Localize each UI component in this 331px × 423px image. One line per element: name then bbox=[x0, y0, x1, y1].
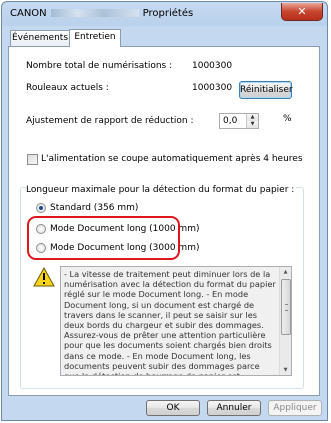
total-scans-label: Nombre total de numérisations : bbox=[26, 61, 173, 71]
tab-entretien[interactable]: Entretien bbox=[69, 29, 121, 47]
radio-standard[interactable] bbox=[36, 203, 46, 213]
ok-button-label: OK bbox=[166, 403, 180, 413]
spin-up-icon[interactable]: ▲ bbox=[247, 114, 258, 121]
auto-power-off-checkbox[interactable] bbox=[27, 154, 38, 165]
radio-standard-label: Standard (356 mm) bbox=[50, 203, 139, 213]
spin-down-icon[interactable]: ▼ bbox=[247, 121, 258, 128]
title-prefix: CANON bbox=[10, 8, 47, 19]
cancel-button[interactable]: Annuler bbox=[207, 400, 261, 416]
close-button[interactable]: ✕ bbox=[281, 3, 323, 21]
cancel-button-label: Annuler bbox=[216, 403, 252, 413]
reset-button-label: Réinitialiser bbox=[240, 85, 293, 95]
close-icon: ✕ bbox=[297, 5, 307, 18]
reduction-unit: % bbox=[283, 114, 292, 124]
warning-icon bbox=[33, 267, 55, 287]
reduction-label: Ajustement de rapport de réduction : bbox=[26, 116, 194, 126]
total-scans-value: 1000300 bbox=[192, 61, 233, 71]
scroll-thumb[interactable] bbox=[281, 279, 291, 335]
spinner-buttons: ▲ ▼ bbox=[246, 114, 258, 128]
window-title: CANON Propriétés bbox=[10, 8, 193, 19]
vertical-scrollbar[interactable]: ▲ ▼ bbox=[279, 267, 291, 375]
title-bar[interactable]: CANON Propriétés ✕ bbox=[2, 2, 327, 26]
scroll-down-icon[interactable]: ▼ bbox=[280, 365, 291, 375]
tab-evenements-label: Événements bbox=[11, 33, 69, 43]
apply-button[interactable]: Appliquer bbox=[268, 400, 322, 416]
rollers-label: Rouleaux actuels : bbox=[26, 83, 109, 93]
auto-power-off-label: L'alimentation se coupe automatiquement … bbox=[41, 154, 303, 164]
reset-button[interactable]: Réinitialiser bbox=[239, 81, 293, 99]
title-suffix: Propriétés bbox=[142, 8, 194, 19]
grip-icon bbox=[285, 304, 288, 311]
ok-button[interactable]: OK bbox=[146, 400, 200, 416]
tab-evenements[interactable]: Événements bbox=[10, 30, 70, 46]
paper-detection-group-label: Longueur maximale pour la détection du f… bbox=[26, 185, 297, 195]
redacted-device-name bbox=[50, 9, 139, 17]
tab-entretien-label: Entretien bbox=[74, 32, 116, 42]
reduction-value[interactable]: 0,0 bbox=[223, 116, 237, 126]
apply-button-label: Appliquer bbox=[273, 403, 317, 413]
highlight-annotation bbox=[27, 216, 180, 260]
properties-window: CANON Propriétés ✕ Événements Entretien N… bbox=[1, 1, 328, 421]
warning-textbox[interactable]: - La vitesse de traitement peut diminuer… bbox=[60, 266, 292, 376]
rollers-value: 1000300 bbox=[192, 83, 233, 93]
warning-text: - La vitesse de traitement peut diminuer… bbox=[64, 269, 276, 375]
reduction-spinner[interactable]: 0,0 ▲ ▼ bbox=[219, 113, 259, 129]
scroll-up-icon[interactable]: ▲ bbox=[280, 267, 291, 277]
